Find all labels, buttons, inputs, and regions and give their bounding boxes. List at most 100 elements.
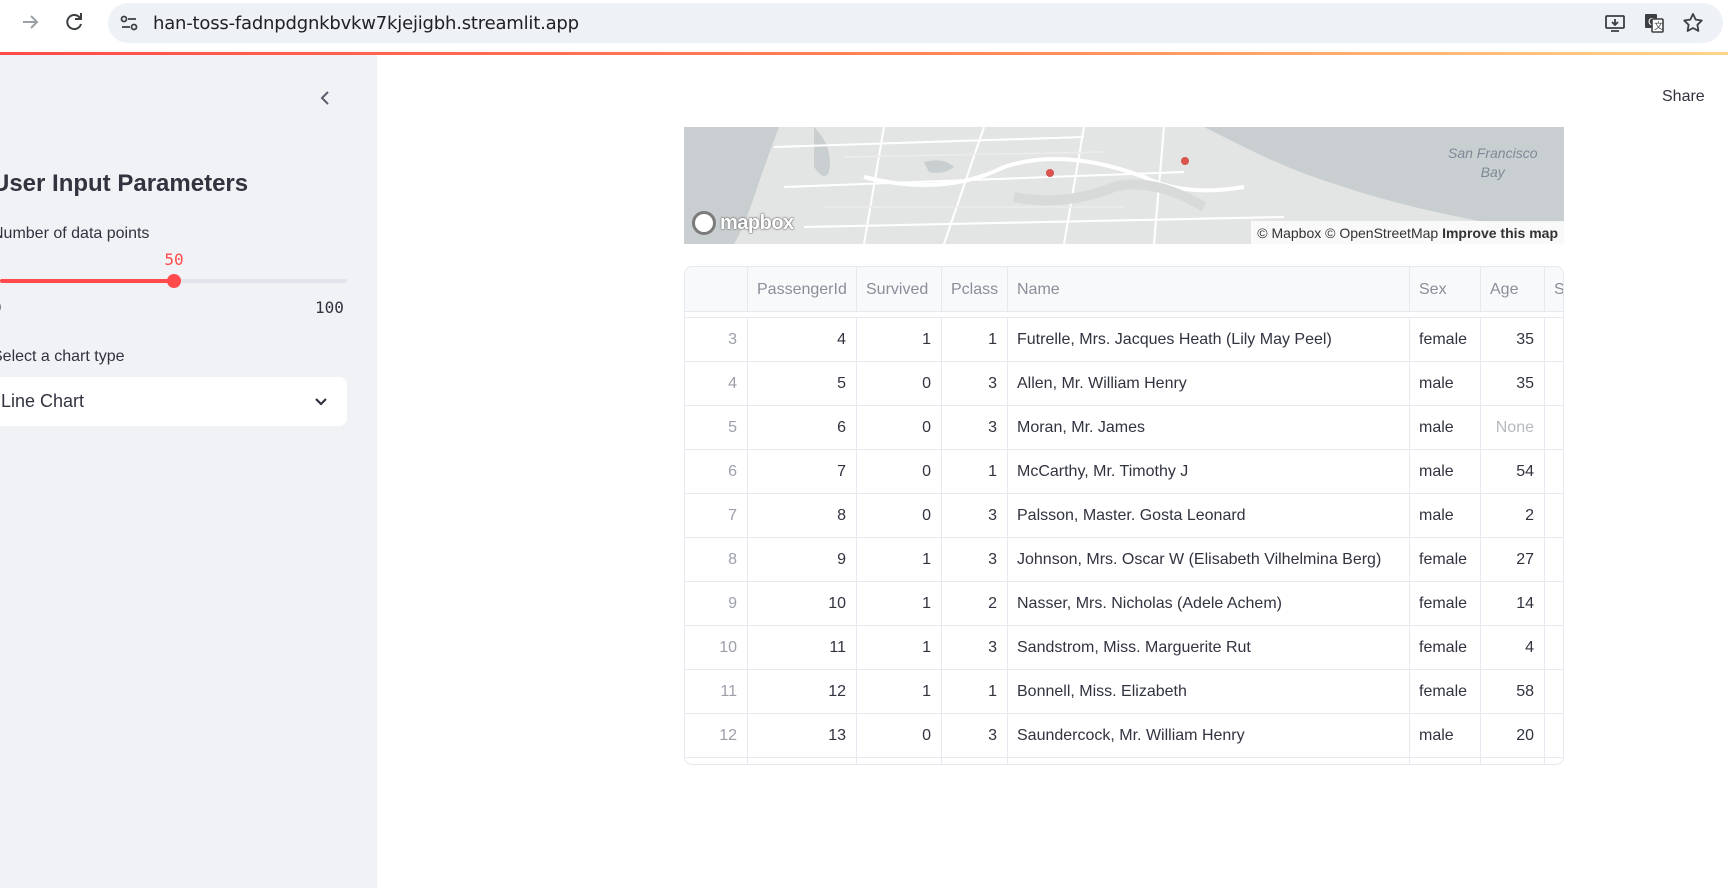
cell-pclass[interactable]: 3 [942,494,1008,538]
table-row[interactable]: 8 9 1 3 Johnson, Mrs. Oscar W (Elisabeth Vil… [685,538,1563,582]
cell-row-index[interactable]: 10 [685,626,748,670]
cell-passengerid[interactable]: 10 [748,582,857,626]
translate-icon[interactable]: G文 [1643,12,1665,34]
cell-sex[interactable]: female [1410,538,1481,582]
cell-sex[interactable]: male [1410,362,1481,406]
bookmark-star-icon[interactable] [1682,12,1704,34]
cell-pclass[interactable]: 1 [942,450,1008,494]
map-attribution-text[interactable]: © Mapbox © OpenStreetMap [1257,225,1438,241]
cell-passengerid[interactable]: 8 [748,494,857,538]
chart-type-select[interactable]: Line Chart [0,377,347,426]
cell-name[interactable]: Sandstrom, Miss. Marguerite Rut [1008,626,1410,670]
cell-row-index[interactable]: 12 [685,714,748,758]
cell-passengerid[interactable]: 7 [748,450,857,494]
cell-s[interactable] [1545,362,1563,406]
slider-thumb[interactable] [167,274,181,288]
cell-name[interactable]: Nasser, Mrs. Nicholas (Adele Achem) [1008,582,1410,626]
cell-passengerid[interactable]: 9 [748,538,857,582]
map[interactable]: San Francisco Bay mapbox © Mapbox © Open… [684,127,1564,244]
cell-age[interactable]: 35 [1481,362,1545,406]
cell-survived[interactable]: 1 [857,318,942,362]
table-row[interactable]: 9 10 1 2 Nasser, Mrs. Nicholas (Adele Achem)… [685,582,1563,626]
cell-name[interactable]: Allen, Mr. William Henry [1008,362,1410,406]
cell-survived[interactable]: 0 [857,406,942,450]
cell-passengerid[interactable]: 6 [748,406,857,450]
cell-row-index[interactable]: 7 [685,494,748,538]
cell-row-index[interactable]: 8 [685,538,748,582]
forward-icon[interactable] [18,10,42,34]
address-bar[interactable]: han-toss-fadnpdgnkbvkw7kjejigbh.streamli… [108,3,1723,43]
url-text[interactable]: han-toss-fadnpdgnkbvkw7kjejigbh.streamli… [153,13,579,34]
table-row[interactable]: 4 5 0 3 Allen, Mr. William Henry male 35 [685,362,1563,406]
table-row[interactable]: 11 12 1 1 Bonnell, Miss. Elizabeth female 58 [685,670,1563,714]
table-row[interactable]: 7 8 0 3 Palsson, Master. Gosta Leonard male 2 [685,494,1563,538]
cell-sex[interactable]: female [1410,318,1481,362]
column-header-survived[interactable]: Survived [857,267,942,312]
table-row[interactable]: 10 11 1 3 Sandstrom, Miss. Marguerite Rut fem… [685,626,1563,670]
cell-age[interactable]: 20 [1481,714,1545,758]
cell-row-index[interactable]: 5 [685,406,748,450]
cell-name[interactable]: Johnson, Mrs. Oscar W (Elisabeth Vilhelm… [1008,538,1410,582]
cell-age[interactable]: 14 [1481,582,1545,626]
mapbox-logo[interactable]: mapbox [692,210,794,236]
cell-passengerid[interactable]: 13 [748,714,857,758]
cell-sex[interactable]: male [1410,714,1481,758]
table-row[interactable]: 12 13 0 3 Saundercock, Mr. William Henry male… [685,714,1563,758]
cell-age[interactable]: 27 [1481,538,1545,582]
install-app-icon[interactable] [1604,12,1626,34]
cell-survived[interactable]: 0 [857,450,942,494]
cell-name[interactable]: Palsson, Master. Gosta Leonard [1008,494,1410,538]
cell-passengerid[interactable]: 11 [748,626,857,670]
cell-row-index[interactable]: 6 [685,450,748,494]
cell-passengerid[interactable]: 5 [748,362,857,406]
cell-s[interactable] [1545,538,1563,582]
cell-name[interactable]: Moran, Mr. James [1008,406,1410,450]
cell-pclass[interactable]: 3 [942,362,1008,406]
column-header-name[interactable]: Name [1008,267,1410,312]
cell-sex[interactable]: male [1410,406,1481,450]
cell-pclass[interactable]: 3 [942,714,1008,758]
map-point[interactable] [1181,157,1189,165]
cell-passengerid[interactable]: 4 [748,318,857,362]
column-header-sex[interactable]: Sex [1410,267,1481,312]
cell-age[interactable]: None [1481,406,1545,450]
cell-survived[interactable]: 1 [857,582,942,626]
cell-s[interactable] [1545,406,1563,450]
table-row[interactable]: 3 4 1 1 Futrelle, Mrs. Jacques Heath (Lily M… [685,318,1563,362]
cell-s[interactable] [1545,318,1563,362]
cell-name[interactable]: Bonnell, Miss. Elizabeth [1008,670,1410,714]
cell-pclass[interactable]: 2 [942,582,1008,626]
cell-sex[interactable]: female [1410,582,1481,626]
cell-survived[interactable]: 1 [857,626,942,670]
cell-pclass[interactable]: 3 [942,538,1008,582]
cell-pclass[interactable]: 3 [942,626,1008,670]
cell-pclass[interactable]: 3 [942,406,1008,450]
cell-name[interactable]: Futrelle, Mrs. Jacques Heath (Lily May P… [1008,318,1410,362]
cell-s[interactable] [1545,582,1563,626]
cell-sex[interactable]: male [1410,494,1481,538]
data-table[interactable]: PassengerId Survived Pclass Name Sex Age S 341… [684,266,1564,765]
map-point[interactable] [1046,169,1054,177]
column-header-s[interactable]: S [1545,267,1563,312]
cell-survived[interactable]: 1 [857,538,942,582]
cell-s[interactable] [1545,450,1563,494]
cell-sex[interactable]: female [1410,626,1481,670]
cell-name[interactable]: Saundercock, Mr. William Henry [1008,714,1410,758]
table-row[interactable]: 6 7 0 1 McCarthy, Mr. Timothy Jmale 54 [685,450,1563,494]
cell-survived[interactable]: 0 [857,714,942,758]
cell-age[interactable]: 35 [1481,318,1545,362]
cell-survived[interactable]: 0 [857,362,942,406]
cell-row-index[interactable]: 3 [685,318,748,362]
column-header-age[interactable]: Age [1481,267,1545,312]
cell-name[interactable]: McCarthy, Mr. Timothy J [1008,450,1410,494]
cell-s[interactable] [1545,714,1563,758]
site-settings-icon[interactable] [118,12,140,34]
cell-sex[interactable]: male [1410,450,1481,494]
cell-row-index[interactable]: 9 [685,582,748,626]
column-header-row-index[interactable] [685,267,748,312]
cell-survived[interactable]: 0 [857,494,942,538]
column-header-passengerid[interactable]: PassengerId [748,267,857,312]
table-row[interactable]: 5 6 0 3 Moran, Mr. James male None [685,406,1563,450]
reload-icon[interactable] [62,10,86,34]
cell-age[interactable]: 4 [1481,626,1545,670]
